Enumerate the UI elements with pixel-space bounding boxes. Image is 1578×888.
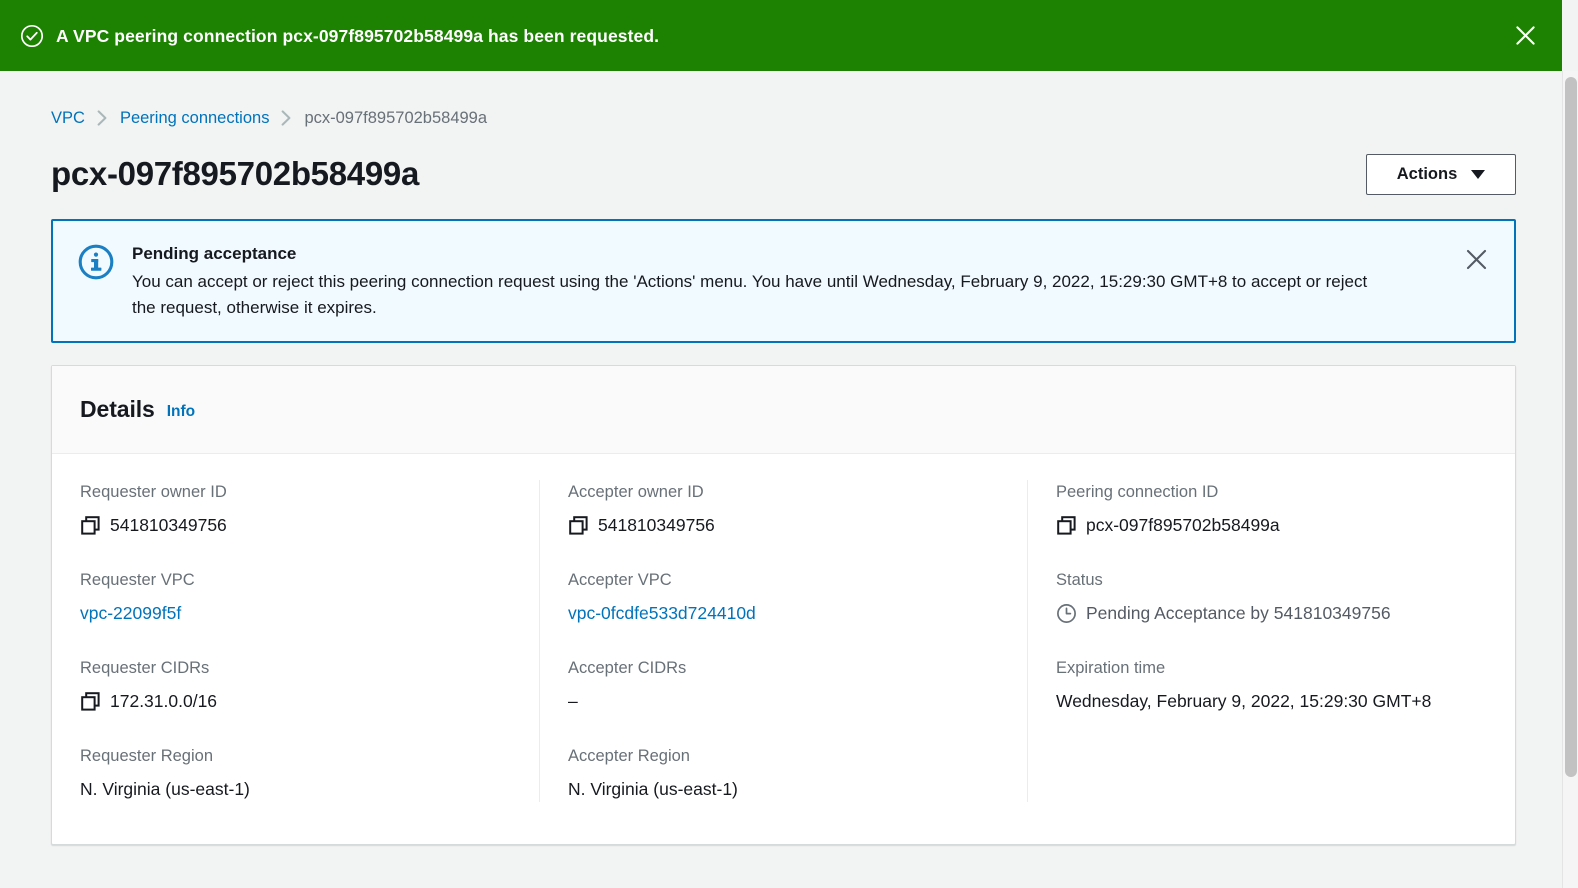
vertical-scrollbar[interactable] [1562,71,1578,888]
field-expiration-time: Expiration time Wednesday, February 9, 2… [1056,656,1487,714]
field-status: Status Pending Acceptance by 54181034975… [1056,568,1487,626]
alert-body: Pending acceptance You can accept or rej… [132,241,1460,321]
status-badge: Pending Acceptance by 541810349756 [1056,600,1487,626]
clock-pending-icon [1056,603,1077,624]
field-text: 172.31.0.0/16 [110,691,218,711]
field-label: Expiration time [1056,659,1166,677]
details-panel: Details Info Requester owner ID 54181034… [51,365,1516,845]
breadcrumb-item-peering-connections[interactable]: Peering connections [120,109,270,128]
field-text: Wednesday, February 9, 2022, 15:29:30 GM… [1056,691,1432,711]
field-requester-cidrs: Requester CIDRs 172.31.0.0/16 [80,656,511,714]
field-label: Peering connection ID [1056,483,1219,501]
field-value: N. Virginia (us-east-1) [80,776,511,802]
field-text: 541810349756 [598,515,715,535]
pending-acceptance-alert: Pending acceptance You can accept or rej… [51,219,1516,343]
accepter-vpc-link[interactable]: vpc-0fcdfe533d724410d [568,600,756,626]
field-label: Accepter VPC [568,571,672,589]
flash-message: A VPC peering connection pcx-097f895702b… [56,25,660,46]
field-value: – [568,688,999,714]
alert-message: You can accept or reject this peering co… [132,272,1368,317]
field-label: Requester VPC [80,571,195,589]
actions-button[interactable]: Actions [1366,153,1516,195]
details-column-connection: Peering connection ID pcx-097f895702b584… [1027,480,1515,802]
copy-icon[interactable] [80,515,101,536]
chevron-right-icon [281,110,292,126]
close-icon[interactable] [1460,243,1492,275]
field-label: Accepter owner ID [568,483,704,501]
field-label: Accepter Region [568,747,690,765]
field-accepter-region: Accepter Region N. Virginia (us-east-1) [568,744,999,802]
field-text: 541810349756 [110,515,227,535]
field-value: N. Virginia (us-east-1) [568,776,999,802]
field-text: N. Virginia (us-east-1) [568,779,738,799]
field-requester-vpc: Requester VPC vpc-22099f5f [80,568,511,626]
details-panel-body: Requester owner ID 541810349756 Requeste… [52,454,1515,844]
chevron-right-icon [97,110,108,126]
field-value: Wednesday, February 9, 2022, 15:29:30 GM… [1056,688,1487,714]
alert-title: Pending acceptance [132,244,297,263]
field-label: Requester Region [80,747,213,765]
details-column-accepter: Accepter owner ID 541810349756 Accepter … [539,480,1027,802]
close-icon[interactable] [1510,21,1540,51]
copy-icon[interactable] [568,515,589,536]
details-info-link[interactable]: Info [167,403,195,421]
field-value: 541810349756 [568,512,999,538]
field-accepter-owner-id: Accepter owner ID 541810349756 [568,480,999,538]
scrollbar-thumb[interactable] [1565,77,1577,777]
breadcrumb: VPC Peering connections pcx-097f895702b5… [51,103,1516,133]
field-label: Status [1056,571,1103,589]
field-text: pcx-097f895702b58499a [1086,515,1280,535]
field-value: 541810349756 [80,512,511,538]
page-title: pcx-097f895702b58499a [51,155,419,192]
field-value: 172.31.0.0/16 [80,688,511,714]
field-requester-owner-id: Requester owner ID 541810349756 [80,480,511,538]
details-column-requester: Requester owner ID 541810349756 Requeste… [52,480,539,802]
field-peering-connection-id: Peering connection ID pcx-097f895702b584… [1056,480,1487,538]
page-scroll-area: VPC Peering connections pcx-097f895702b5… [0,71,1562,888]
copy-icon[interactable] [80,691,101,712]
field-accepter-vpc: Accepter VPC vpc-0fcdfe533d724410d [568,568,999,626]
info-circle-icon [77,243,115,281]
status-text: Pending Acceptance by 541810349756 [1086,603,1391,623]
field-label: Requester owner ID [80,483,227,501]
field-value: vpc-0fcdfe533d724410d [568,600,999,626]
requester-vpc-link[interactable]: vpc-22099f5f [80,600,181,626]
success-check-icon [20,24,44,48]
field-value: vpc-22099f5f [80,600,511,626]
breadcrumb-item-vpc[interactable]: VPC [51,109,85,128]
copy-icon[interactable] [1056,515,1077,536]
field-value: pcx-097f895702b58499a [1056,512,1487,538]
details-panel-header: Details Info [52,366,1515,454]
field-label: Accepter CIDRs [568,659,687,677]
field-text: – [568,691,578,711]
actions-button-label: Actions [1396,164,1458,183]
page-header: pcx-097f895702b58499a Actions [51,151,1516,197]
field-text: N. Virginia (us-east-1) [80,779,250,799]
vpc-peering-connection-page: A VPC peering connection pcx-097f895702b… [0,0,1578,888]
chevron-down-icon [1471,169,1486,179]
field-label: Requester CIDRs [80,659,210,677]
field-requester-region: Requester Region N. Virginia (us-east-1) [80,744,511,802]
field-accepter-cidrs: Accepter CIDRs – [568,656,999,714]
success-flash-banner: A VPC peering connection pcx-097f895702b… [0,0,1562,71]
breadcrumb-item-current: pcx-097f895702b58499a [304,108,488,127]
details-title: Details [80,396,155,422]
